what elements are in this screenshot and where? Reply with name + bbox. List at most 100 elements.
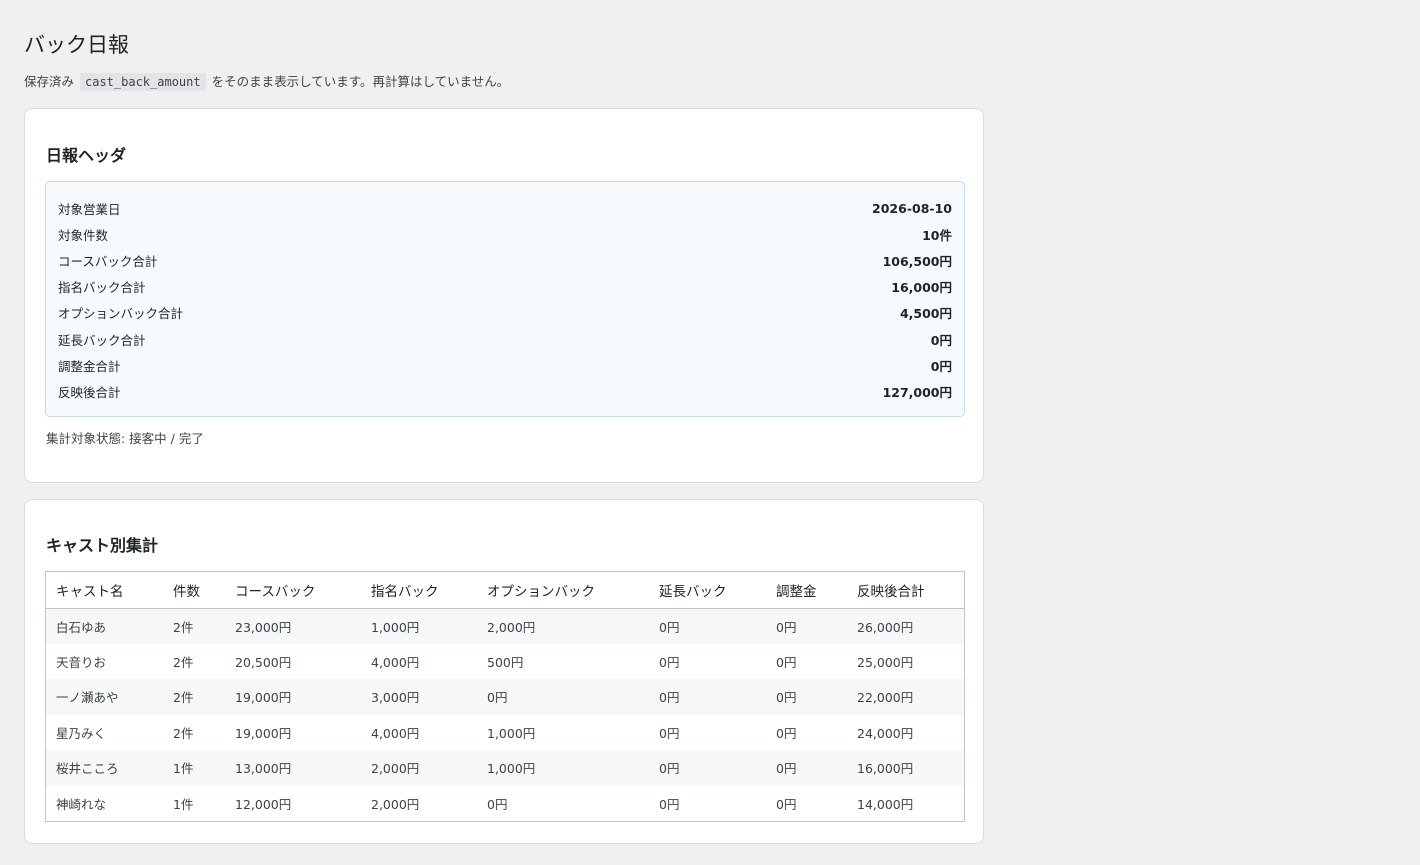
summary-value: 0円 <box>930 332 952 348</box>
cell-option-back: 0円 <box>477 679 649 715</box>
cell-course-back: 13,000円 <box>225 750 361 786</box>
column-header-extension-back: 延長バック <box>649 572 766 609</box>
summary-box: 対象営業日 2026-08-10 対象件数 10件 コースバック合計 106,5… <box>45 181 965 417</box>
summary-row-course-back: コースバック合計 106,500円 <box>58 247 952 273</box>
cast-summary-table-wrapper: キャスト名 件数 コースバック 指名バック オプションバック 延長バック 調整金… <box>45 571 965 822</box>
summary-row-adjustment: 調整金合計 0円 <box>58 352 952 378</box>
cell-cast-name: 天音りお <box>46 643 163 679</box>
table-row: 星乃みく 2件 19,000円 4,000円 1,000円 0円 0円 24,0… <box>46 714 964 750</box>
cell-final-total: 24,000円 <box>847 714 964 750</box>
column-header-final-total: 反映後合計 <box>847 572 964 609</box>
summary-row-extension-back: 延長バック合計 0円 <box>58 326 952 352</box>
summary-label: 調整金合計 <box>58 358 121 374</box>
cell-extension-back: 0円 <box>649 643 766 679</box>
summary-label: コースバック合計 <box>58 253 158 269</box>
cell-adjustment: 0円 <box>766 750 847 786</box>
summary-value: 0円 <box>930 358 952 374</box>
cell-cast-name: 一ノ瀬あや <box>46 679 163 715</box>
summary-row-final-total: 反映後合計 127,000円 <box>58 378 952 404</box>
page-description: 保存済み cast_back_amount をそのまま表示しています。再計算はし… <box>24 72 509 92</box>
table-row: 神崎れな 1件 12,000円 2,000円 0円 0円 0円 14,000円 <box>46 785 964 821</box>
cell-adjustment: 0円 <box>766 679 847 715</box>
cell-nomination-back: 4,000円 <box>361 714 477 750</box>
cell-course-back: 19,000円 <box>225 679 361 715</box>
cell-extension-back: 0円 <box>649 608 766 644</box>
cell-adjustment: 0円 <box>766 608 847 644</box>
report-header-card: 日報ヘッダ 対象営業日 2026-08-10 対象件数 10件 コースバック合計… <box>24 108 984 483</box>
cell-course-back: 23,000円 <box>225 608 361 644</box>
cell-nomination-back: 1,000円 <box>361 608 477 644</box>
summary-label: 対象営業日 <box>58 201 121 217</box>
cell-adjustment: 0円 <box>766 643 847 679</box>
summary-label: オプションバック合計 <box>58 306 184 322</box>
summary-row-count: 対象件数 10件 <box>58 221 952 247</box>
summary-value: 10件 <box>922 227 952 243</box>
summary-row-nomination-back: 指名バック合計 16,000円 <box>58 274 952 300</box>
cell-final-total: 14,000円 <box>847 785 964 821</box>
summary-label: 指名バック合計 <box>58 280 146 296</box>
table-header-row: キャスト名 件数 コースバック 指名バック オプションバック 延長バック 調整金… <box>46 572 964 609</box>
column-header-nomination-back: 指名バック <box>361 572 477 609</box>
summary-label: 対象件数 <box>58 227 109 243</box>
cast-summary-title: キャスト別集計 <box>46 536 159 555</box>
report-header-title: 日報ヘッダ <box>46 146 127 165</box>
cell-extension-back: 0円 <box>649 679 766 715</box>
cell-option-back: 0円 <box>477 785 649 821</box>
summary-label: 延長バック合計 <box>58 332 146 348</box>
field-name-code: cast_back_amount <box>80 73 206 91</box>
cell-cast-name: 白石ゆあ <box>46 608 163 644</box>
cell-course-back: 20,500円 <box>225 643 361 679</box>
cell-course-back: 12,000円 <box>225 785 361 821</box>
cell-nomination-back: 2,000円 <box>361 750 477 786</box>
summary-value: 2026-08-10 <box>872 200 952 216</box>
page-title: バック日報 <box>24 33 129 57</box>
summary-value: 16,000円 <box>891 280 952 296</box>
cast-summary-card: キャスト別集計 キャスト名 件数 コースバック 指名バック オプションバック 延… <box>24 499 984 844</box>
cell-option-back: 1,000円 <box>477 714 649 750</box>
cell-count: 2件 <box>163 608 225 644</box>
summary-row-business-date: 対象営業日 2026-08-10 <box>58 195 952 221</box>
cell-nomination-back: 4,000円 <box>361 643 477 679</box>
description-suffix: をそのまま表示しています。再計算はしていません。 <box>211 74 510 89</box>
cell-cast-name: 桜井こころ <box>46 750 163 786</box>
column-header-cast-name: キャスト名 <box>46 572 163 609</box>
table-row: 一ノ瀬あや 2件 19,000円 3,000円 0円 0円 0円 22,000円 <box>46 679 964 715</box>
cell-final-total: 22,000円 <box>847 679 964 715</box>
cast-summary-table: キャスト名 件数 コースバック 指名バック オプションバック 延長バック 調整金… <box>46 572 964 821</box>
cell-count: 2件 <box>163 679 225 715</box>
cell-count: 2件 <box>163 643 225 679</box>
cell-extension-back: 0円 <box>649 785 766 821</box>
cell-final-total: 16,000円 <box>847 750 964 786</box>
column-header-count: 件数 <box>163 572 225 609</box>
column-header-option-back: オプションバック <box>477 572 649 609</box>
cell-count: 2件 <box>163 714 225 750</box>
cell-option-back: 500円 <box>477 643 649 679</box>
summary-value: 4,500円 <box>899 306 952 322</box>
cell-nomination-back: 3,000円 <box>361 679 477 715</box>
target-status-note: 集計対象状態: 接客中 / 完了 <box>46 431 204 446</box>
cell-final-total: 25,000円 <box>847 643 964 679</box>
cell-course-back: 19,000円 <box>225 714 361 750</box>
cell-extension-back: 0円 <box>649 750 766 786</box>
cell-adjustment: 0円 <box>766 785 847 821</box>
column-header-course-back: コースバック <box>225 572 361 609</box>
summary-value: 106,500円 <box>882 253 952 269</box>
cell-cast-name: 星乃みく <box>46 714 163 750</box>
table-row: 白石ゆあ 2件 23,000円 1,000円 2,000円 0円 0円 26,0… <box>46 608 964 644</box>
cell-option-back: 2,000円 <box>477 608 649 644</box>
cell-nomination-back: 2,000円 <box>361 785 477 821</box>
cell-final-total: 26,000円 <box>847 608 964 644</box>
summary-value: 127,000円 <box>882 384 952 400</box>
description-prefix: 保存済み <box>24 74 75 89</box>
column-header-adjustment: 調整金 <box>766 572 847 609</box>
cell-extension-back: 0円 <box>649 714 766 750</box>
cell-adjustment: 0円 <box>766 714 847 750</box>
summary-row-option-back: オプションバック合計 4,500円 <box>58 300 952 326</box>
cell-count: 1件 <box>163 785 225 821</box>
summary-label: 反映後合計 <box>58 384 121 400</box>
cell-option-back: 1,000円 <box>477 750 649 786</box>
table-row: 桜井こころ 1件 13,000円 2,000円 1,000円 0円 0円 16,… <box>46 750 964 786</box>
cell-count: 1件 <box>163 750 225 786</box>
table-row: 天音りお 2件 20,500円 4,000円 500円 0円 0円 25,000… <box>46 643 964 679</box>
cell-cast-name: 神崎れな <box>46 785 163 821</box>
